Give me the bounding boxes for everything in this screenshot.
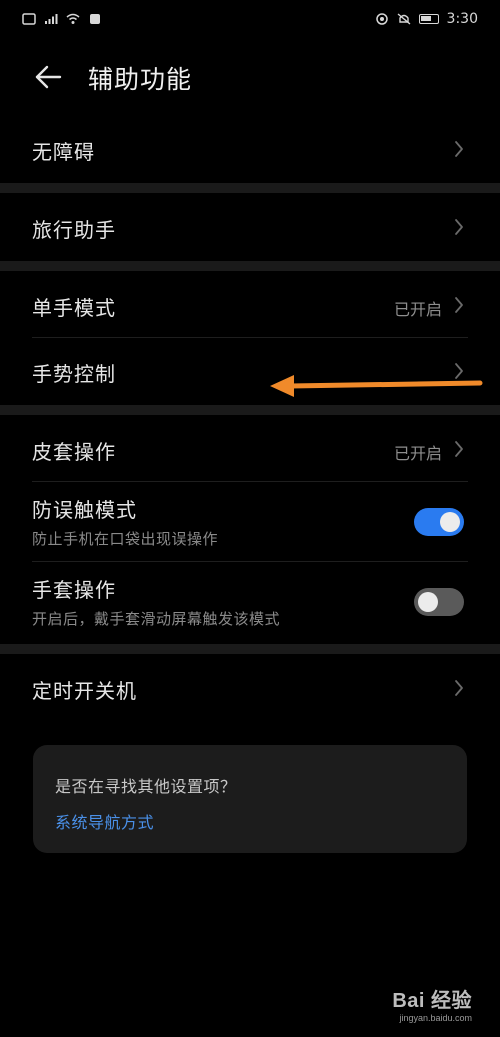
- suggestion-question: 是否在寻找其他设置项？: [55, 777, 237, 796]
- row-travel-assistant[interactable]: 旅行助手: [0, 194, 500, 260]
- status-bar-right: 3:30: [375, 11, 478, 27]
- accidental-touch-toggle[interactable]: [414, 508, 464, 536]
- row-accessibility[interactable]: 无障碍: [0, 116, 500, 182]
- chevron-right-icon: [455, 680, 463, 696]
- sim-icon: [22, 13, 36, 25]
- signal-icon: [45, 14, 58, 24]
- page-title: 辅助功能: [88, 65, 193, 94]
- status-time: 3:30: [446, 11, 478, 27]
- row-cover-operation[interactable]: 皮套操作 已开启: [0, 416, 500, 482]
- chevron-right-icon: [455, 297, 463, 313]
- settings-group-cover: 皮套操作 已开启 防误触模式 防止手机在口袋出现误操作 手套操作 开启后，戴手套…: [0, 416, 500, 642]
- row-glove-operation: 手套操作 开启后，戴手套滑动屏幕触发该模式: [0, 562, 500, 642]
- row-label: 手势控制: [32, 362, 116, 386]
- watermark: Bai 经验 jingyan.baidu.com: [392, 984, 472, 1023]
- watermark-brand: Bai 经验: [392, 990, 472, 1012]
- row-accidental-touch: 防误触模式 防止手机在口袋出现误操作: [0, 482, 500, 562]
- arrow-left-icon[interactable]: [34, 64, 62, 90]
- row-sublabel: 防止手机在口袋出现误操作: [32, 530, 219, 548]
- orange-arrow-icon: [270, 375, 483, 397]
- settings-group-schedule: 定时开关机: [0, 655, 500, 721]
- settings-group-accessibility: 无障碍: [0, 116, 500, 182]
- page-header: 辅助功能: [0, 48, 500, 106]
- status-bar: 3:30: [0, 0, 500, 38]
- mute-icon: [397, 13, 410, 25]
- wifi-icon: [66, 13, 80, 24]
- row-sublabel: 开启后，戴手套滑动屏幕触发该模式: [32, 610, 281, 628]
- toggle-knob: [440, 512, 460, 532]
- chevron-right-icon: [455, 219, 463, 235]
- group-separator: [0, 183, 500, 193]
- row-label: 手套操作: [32, 578, 116, 602]
- row-label: 单手模式: [32, 296, 116, 320]
- chevron-right-icon: [455, 441, 463, 457]
- chevron-right-icon: [455, 141, 463, 157]
- row-scheduled-power[interactable]: 定时开关机: [0, 655, 500, 721]
- suggestion-card: 是否在寻找其他设置项？ 系统导航方式: [33, 745, 467, 853]
- settings-group-travel: 旅行助手: [0, 194, 500, 260]
- row-label: 定时开关机: [32, 679, 137, 703]
- watermark-url: jingyan.baidu.com: [399, 1013, 472, 1023]
- row-label: 皮套操作: [32, 440, 116, 464]
- battery-icon: [418, 14, 439, 24]
- status-bar-left: [22, 13, 102, 25]
- notification-icon: [90, 14, 100, 24]
- row-status: 已开启: [393, 300, 442, 319]
- row-one-hand-mode[interactable]: 单手模式 已开启: [0, 272, 500, 338]
- group-separator: [0, 405, 500, 415]
- row-label: 旅行助手: [32, 218, 116, 242]
- group-separator: [0, 644, 500, 654]
- glove-operation-toggle[interactable]: [414, 588, 464, 616]
- nfc-icon: [375, 13, 388, 25]
- system-navigation-link[interactable]: 系统导航方式: [55, 809, 154, 833]
- row-label: 防误触模式: [32, 498, 137, 522]
- row-label: 无障碍: [32, 140, 95, 164]
- toggle-knob: [418, 592, 438, 612]
- group-separator: [0, 261, 500, 271]
- row-status: 已开启: [393, 444, 442, 463]
